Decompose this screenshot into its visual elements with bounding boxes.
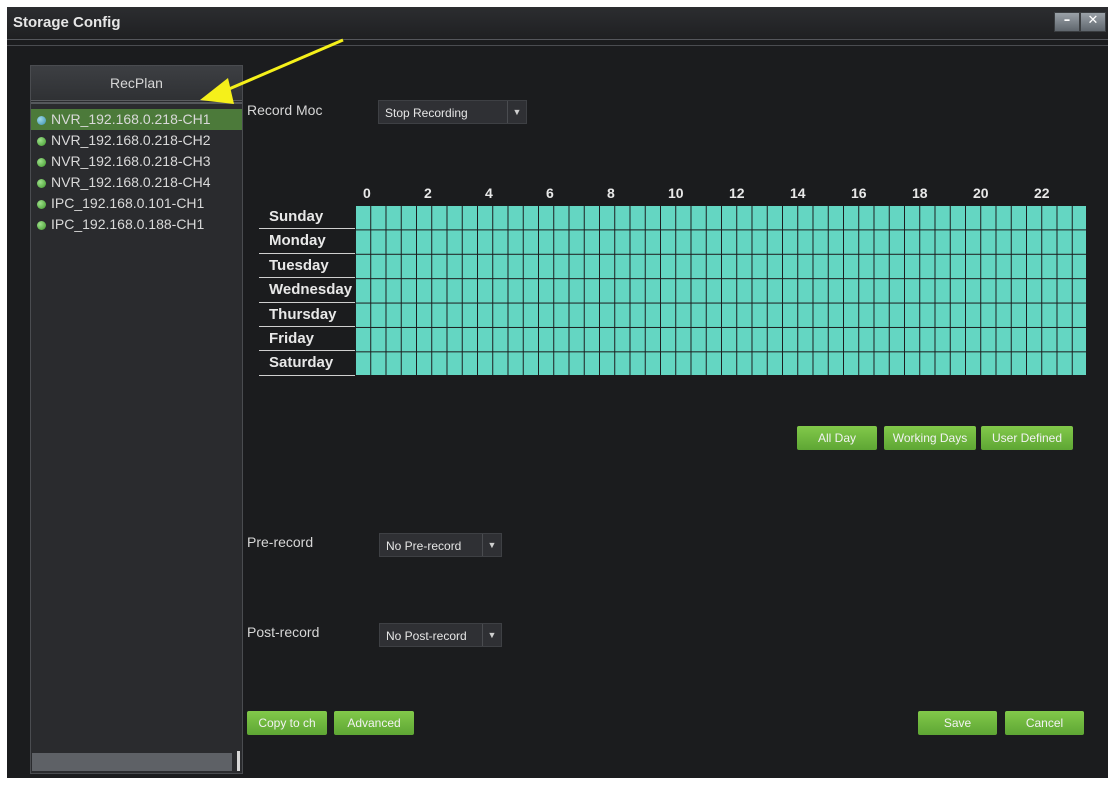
day-label: Wednesday xyxy=(259,278,355,303)
day-label: Monday xyxy=(259,229,355,254)
hour-tick-label: 14 xyxy=(790,185,806,201)
channel-label: NVR_192.168.0.218-CH1 xyxy=(51,111,211,127)
hour-tick-label: 18 xyxy=(912,185,928,201)
status-dot-icon xyxy=(37,137,46,146)
hour-tick-label: 2 xyxy=(424,185,432,201)
channel-panel: RecPlan NVR_192.168.0.218-CH1 NVR_192.168… xyxy=(30,65,243,774)
minimize-button[interactable]: – xyxy=(1054,12,1080,32)
hour-tick-label: 12 xyxy=(729,185,745,201)
schedule-grid[interactable] xyxy=(355,205,1087,376)
working-days-button[interactable]: Working Days xyxy=(884,426,976,450)
channel-item[interactable]: NVR_192.168.0.218-CH1 xyxy=(31,109,242,130)
user-defined-button[interactable]: User Defined xyxy=(981,426,1073,450)
day-label: Thursday xyxy=(259,303,355,327)
panel-divider xyxy=(31,102,242,104)
save-button[interactable]: Save xyxy=(918,711,997,735)
pre-record-select[interactable]: No Pre-record ▼ xyxy=(379,533,502,557)
status-dot-icon xyxy=(37,179,46,188)
channel-label: NVR_192.168.0.218-CH3 xyxy=(51,153,211,169)
close-button[interactable]: ✕ xyxy=(1080,12,1106,32)
post-record-select[interactable]: No Post-record ▼ xyxy=(379,623,502,647)
hour-tick-label: 20 xyxy=(973,185,989,201)
day-labels: Sunday Monday Tuesday Wednesday Thursday Frid… xyxy=(259,205,355,376)
day-label: Tuesday xyxy=(259,254,355,279)
channel-item[interactable]: NVR_192.168.0.218-CH3 xyxy=(31,151,242,172)
status-dot-icon xyxy=(37,116,46,125)
chevron-down-icon: ▼ xyxy=(507,101,526,123)
window-title: Storage Config xyxy=(13,14,121,31)
all-day-button[interactable]: All Day xyxy=(797,426,877,450)
day-label: Sunday xyxy=(259,205,355,230)
hour-axis: 0 2 4 6 8 10 12 14 16 18 20 22 xyxy=(355,185,1087,203)
hour-tick-label: 4 xyxy=(485,185,493,201)
record-mode-select[interactable]: Stop Recording ▼ xyxy=(378,100,527,124)
chevron-down-icon: ▼ xyxy=(482,534,501,556)
channel-label: NVR_192.168.0.218-CH2 xyxy=(51,132,211,148)
chevron-down-icon: ▼ xyxy=(482,624,501,646)
horizontal-scrollbar[interactable] xyxy=(32,753,232,771)
channel-list: NVR_192.168.0.218-CH1 NVR_192.168.0.218-C… xyxy=(31,109,242,235)
title-bar: Storage Config – ✕ xyxy=(7,7,1108,40)
channel-label: IPC_192.168.0.188-CH1 xyxy=(51,216,205,232)
channel-item[interactable]: NVR_192.168.0.218-CH2 xyxy=(31,130,242,151)
day-label: Friday xyxy=(259,327,355,352)
record-mode-value: Stop Recording xyxy=(385,106,468,120)
hour-tick-label: 0 xyxy=(363,185,371,201)
channel-label: NVR_192.168.0.218-CH4 xyxy=(51,174,211,190)
hour-tick-label: 8 xyxy=(607,185,615,201)
channel-item[interactable]: NVR_192.168.0.218-CH4 xyxy=(31,172,242,193)
cancel-button[interactable]: Cancel xyxy=(1005,711,1084,735)
post-record-label: Post-record xyxy=(247,624,320,640)
status-dot-icon xyxy=(37,221,46,230)
post-record-value: No Post-record xyxy=(386,629,467,643)
copy-to-channel-button[interactable]: Copy to ch xyxy=(247,711,327,735)
scrollbar-thumb[interactable] xyxy=(237,751,240,771)
advanced-button[interactable]: Advanced xyxy=(334,711,414,735)
title-divider xyxy=(7,45,1108,46)
hour-tick-label: 22 xyxy=(1034,185,1050,201)
hour-tick-label: 16 xyxy=(851,185,867,201)
day-label: Saturday xyxy=(259,351,355,376)
schedule-grid-area: 0 2 4 6 8 10 12 14 16 18 20 22 Sunday Monday Tuesday W… xyxy=(259,185,1099,376)
status-dot-icon xyxy=(37,158,46,167)
recplan-header: RecPlan xyxy=(31,66,242,101)
window-controls: – ✕ xyxy=(1054,12,1106,32)
pre-record-value: No Pre-record xyxy=(386,539,462,553)
hour-tick-label: 10 xyxy=(668,185,684,201)
hour-tick-label: 6 xyxy=(546,185,554,201)
channel-item[interactable]: IPC_192.168.0.188-CH1 xyxy=(31,214,242,235)
storage-config-window: Storage Config – ✕ RecPlan NVR_192.168.0… xyxy=(7,7,1108,778)
channel-label: IPC_192.168.0.101-CH1 xyxy=(51,195,205,211)
status-dot-icon xyxy=(37,200,46,209)
record-mode-label: Record Moc xyxy=(247,102,323,118)
channel-item[interactable]: IPC_192.168.0.101-CH1 xyxy=(31,193,242,214)
pre-record-label: Pre-record xyxy=(247,534,314,550)
